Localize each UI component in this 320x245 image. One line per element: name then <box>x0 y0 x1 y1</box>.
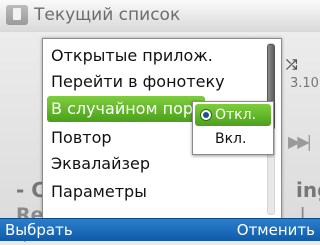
cancel-softkey[interactable]: Отменить <box>237 219 315 241</box>
menu-item-open-apps[interactable]: Открытые прилож. <box>51 43 213 69</box>
menu-item-go-to-library[interactable]: Перейти в фонотеку <box>51 69 225 95</box>
fast-forward-icon: ▶▶| <box>288 132 312 151</box>
shuffle-icon: ⤮ <box>286 57 298 73</box>
submenu-item-off[interactable]: Откл. <box>195 104 271 126</box>
menu-item-equalizer[interactable]: Эквалайзер <box>51 151 150 177</box>
music-player-icon <box>6 5 28 25</box>
submenu-item-on-label: Вкл. <box>215 131 247 147</box>
radio-selected-icon <box>200 109 212 121</box>
select-softkey[interactable]: Выбрать <box>5 219 73 241</box>
submenu-item-off-label: Откл. <box>215 107 257 123</box>
menu-item-shuffle[interactable]: В случайном порядке <box>47 96 205 122</box>
track-time: 3.10 <box>290 76 319 91</box>
title-bar: Текущий список <box>0 0 320 32</box>
softkey-bar: Выбрать Отменить <box>0 218 320 241</box>
menu-item-settings[interactable]: Параметры <box>51 179 147 205</box>
track-artist-tail: ing <box>296 178 320 202</box>
menu-item-repeat[interactable]: Повтор <box>51 125 112 151</box>
shuffle-submenu: Откл. Вкл. <box>192 101 274 155</box>
submenu-item-on[interactable]: Вкл. <box>195 128 271 150</box>
page-title: Текущий список <box>34 5 181 25</box>
